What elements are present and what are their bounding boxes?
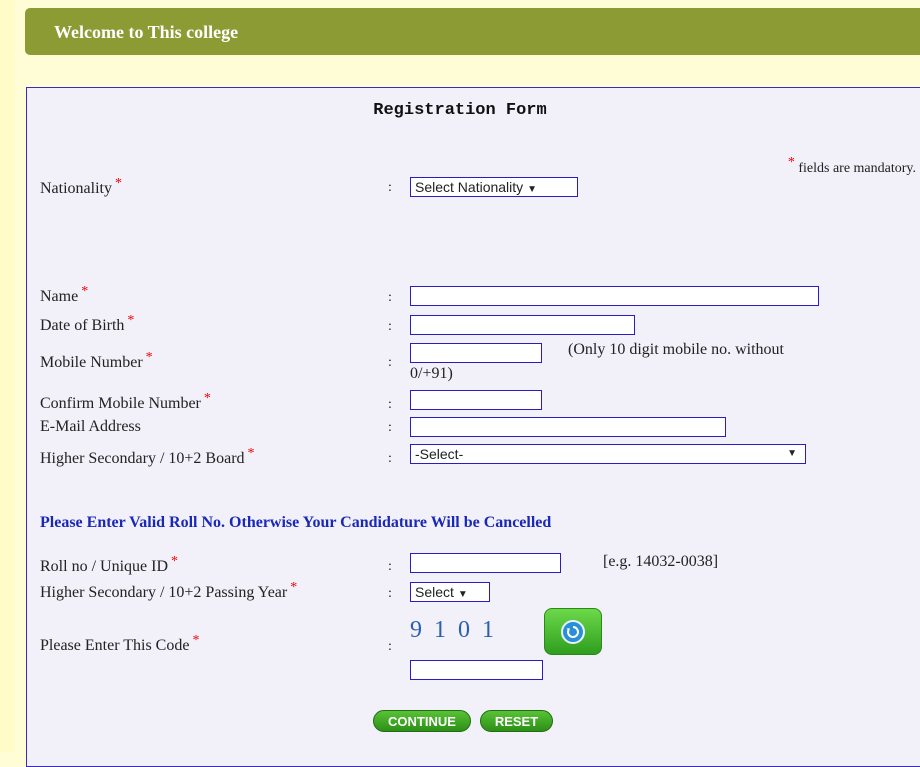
nationality-label: Nationality * [40,176,122,198]
board-label: Higher Secondary / 10+2 Board * [40,446,255,468]
mandatory-note-text: fields are mandatory. [798,161,916,176]
dob-label: Date of Birth * [40,313,134,335]
passing-year-select[interactable]: Select ▼ [410,582,490,602]
colon: : [388,180,392,195]
captcha-label-text: Please Enter This Code [40,637,190,654]
colon: : [388,290,392,305]
dropdown-arrow-icon: ▼ [457,589,468,600]
continue-button[interactable]: CONTINUE [373,710,471,732]
passing-year-label-text: Higher Secondary / 10+2 Passing Year [40,584,288,601]
colon: : [388,420,392,435]
name-input[interactable] [410,286,819,306]
colon: : [388,639,392,654]
welcome-header: Welcome to This college [25,8,920,55]
refresh-captcha-button[interactable] [544,608,602,655]
required-star: * [145,350,153,365]
email-input[interactable] [410,417,726,437]
colon: : [388,397,392,412]
required-star: * [114,176,122,191]
mobile-label: Mobile Number * [40,350,153,372]
refresh-icon [561,620,585,644]
dropdown-arrow-icon: ▼ [787,448,797,459]
email-label-text: E-Mail Address [40,418,141,435]
required-star: * [192,633,200,648]
confirm-mobile-label-text: Confirm Mobile Number [40,395,201,412]
roll-warning: Please Enter Valid Roll No. Otherwise Yo… [40,514,552,531]
colon: : [388,451,392,466]
nationality-select[interactable]: Select Nationality ▼ [410,177,578,197]
colon: : [388,319,392,334]
captcha-code: 9 1 0 1 [410,617,497,643]
reset-button[interactable]: RESET [480,710,553,732]
mandatory-note: * fields are mandatory. [785,155,916,177]
required-star: * [787,155,795,170]
required-star: * [171,554,178,569]
captcha-label: Please Enter This Code * [40,633,199,655]
colon: : [388,586,392,601]
dob-input[interactable] [410,315,635,335]
passing-year-selected: Select [415,584,454,600]
required-star: * [290,580,298,595]
roll-input[interactable] [410,553,561,573]
board-label-text: Higher Secondary / 10+2 Board [40,450,245,467]
name-label-text: Name [40,288,79,305]
required-star: * [81,284,89,299]
nationality-label-text: Nationality [40,180,112,197]
name-label: Name * [40,284,88,306]
dropdown-arrow-icon: ▼ [527,184,538,195]
mobile-hint-cont: 0/+91) [410,365,453,382]
nationality-selected: Select Nationality [415,179,524,195]
mobile-input[interactable] [410,343,542,363]
passing-year-label: Higher Secondary / 10+2 Passing Year * [40,580,297,602]
board-selected: -Select- [415,446,464,462]
confirm-mobile-label: Confirm Mobile Number * [40,391,211,413]
roll-example: [e.g. 14032-0038] [603,553,719,570]
colon: : [388,559,392,574]
mobile-label-text: Mobile Number [40,354,143,371]
mobile-hint: (Only 10 digit mobile no. without [568,341,784,358]
confirm-mobile-input[interactable] [410,390,542,410]
board-select[interactable]: -Select- ▼ [410,444,806,464]
form-title: Registration Form [373,101,547,120]
welcome-title: Welcome to This college [54,22,239,42]
colon: : [388,355,392,370]
roll-label-text: Roll no / Unique ID [40,558,168,575]
dob-label-text: Date of Birth [40,317,125,334]
required-star: * [127,313,135,328]
required-star: * [247,446,255,461]
email-label: E-Mail Address [40,418,141,436]
required-star: * [203,391,211,406]
roll-label: Roll no / Unique ID * [40,554,178,576]
captcha-input[interactable] [410,660,543,680]
